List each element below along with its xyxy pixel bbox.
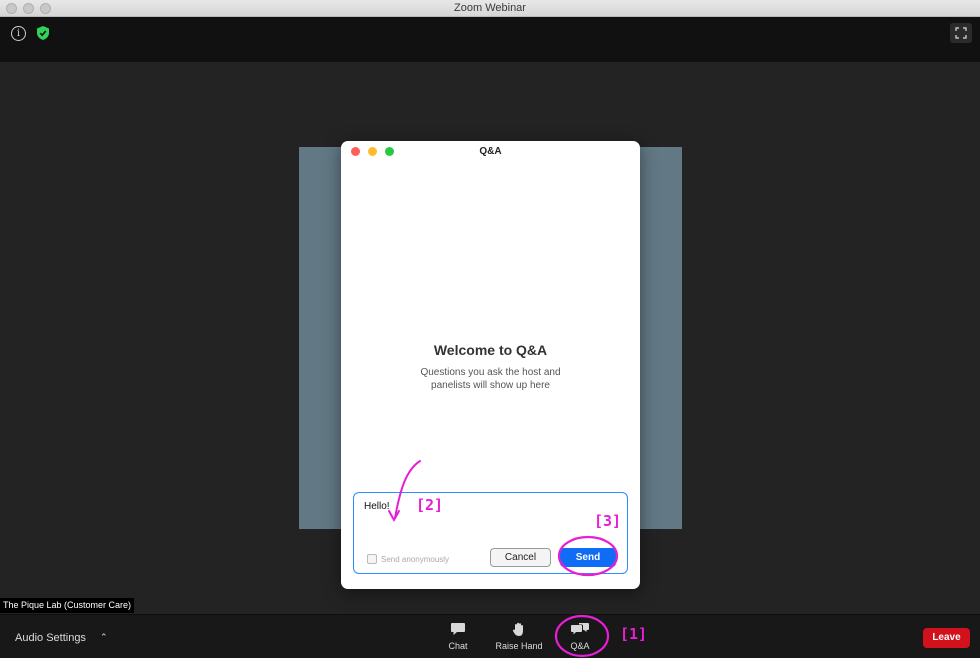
question-input-text[interactable]: Hello! (364, 501, 390, 512)
qa-window-title: Q&A (479, 146, 502, 157)
window-title: Zoom Webinar (454, 2, 526, 14)
caret-up-icon[interactable]: ⌃ (100, 632, 108, 643)
annotation-label-2: [2] (416, 496, 444, 514)
leave-button[interactable]: Leave (923, 628, 970, 648)
question-compose-box[interactable]: Hello! Send anonymously Cancel Send (353, 492, 628, 574)
qa-welcome-line-2: panelists will show up here (431, 380, 550, 391)
raise-hand-button[interactable]: Raise Hand (494, 622, 544, 651)
qa-welcome-heading: Welcome to Q&A (433, 342, 548, 358)
qa-label: Q&A (570, 641, 590, 651)
send-anonymously-label: Send anonymously (381, 554, 450, 564)
chat-label: Chat (448, 641, 468, 651)
annotation-label-3: [3] (594, 512, 622, 530)
window-title-bar: Zoom Webinar (0, 0, 980, 17)
raise-hand-label: Raise Hand (495, 641, 543, 651)
meeting-top-bar: i (0, 17, 980, 62)
annotation-label-1: [1] (620, 625, 648, 643)
participant-name-tag: The Pique Lab (Customer Care) (0, 598, 135, 613)
qa-icon (571, 623, 589, 635)
send-anonymously-checkbox[interactable] (367, 554, 377, 564)
chat-icon (451, 623, 465, 635)
chat-button[interactable]: Chat (446, 622, 470, 651)
send-anonymously-option[interactable]: Send anonymously (367, 554, 449, 564)
send-button[interactable]: Send (560, 548, 616, 567)
raise-hand-icon (512, 622, 523, 636)
meeting-toolbar: Audio Settings ⌃ Chat Raise Hand Q&A Lea… (0, 614, 980, 658)
qa-welcome-subtitle: Questions you ask the host and panelists… (401, 366, 580, 392)
info-icon[interactable]: i (11, 26, 26, 41)
qa-button[interactable]: Q&A (566, 622, 594, 651)
audio-settings-button[interactable]: Audio Settings (15, 632, 86, 644)
fullscreen-icon (955, 27, 967, 39)
shield-icon[interactable] (36, 25, 50, 41)
cancel-button[interactable]: Cancel (490, 548, 551, 567)
fullscreen-button[interactable] (950, 23, 972, 43)
qa-welcome-line-1: Questions you ask the host and (420, 367, 561, 378)
